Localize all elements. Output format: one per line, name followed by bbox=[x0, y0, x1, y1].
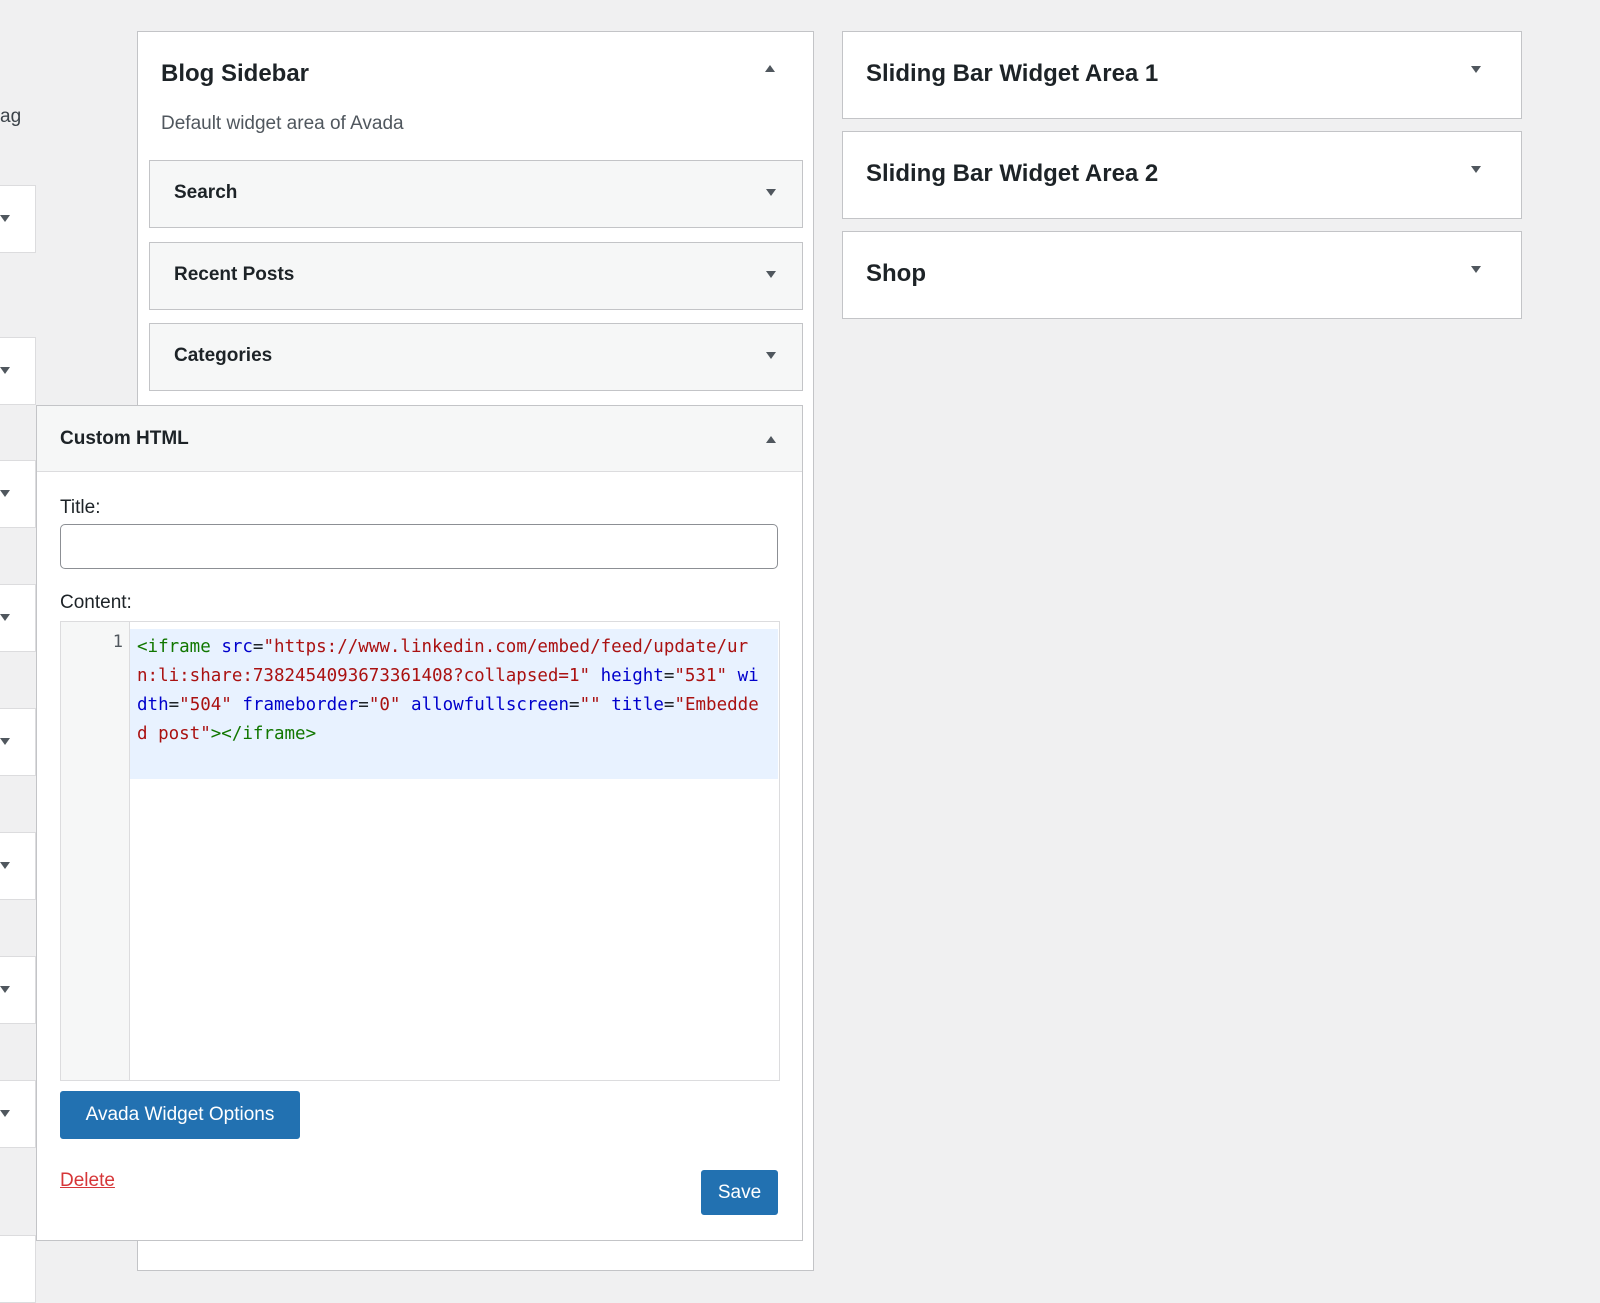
panel-title: Blog Sidebar bbox=[161, 60, 310, 87]
code-token: frameborder bbox=[242, 695, 359, 715]
code-token: "" bbox=[579, 695, 601, 715]
partial-widget[interactable] bbox=[0, 337, 36, 405]
chevron-down-icon bbox=[0, 986, 10, 993]
avada-widget-options-button[interactable]: Avada Widget Options bbox=[60, 1091, 300, 1139]
partial-widget[interactable] bbox=[0, 1235, 36, 1303]
chevron-down-icon[interactable] bbox=[766, 352, 776, 359]
chevron-down-icon bbox=[0, 862, 10, 869]
widget-area-title: Sliding Bar Widget Area 1 bbox=[866, 60, 1159, 87]
content-field-label: Content: bbox=[60, 592, 132, 613]
partial-widget[interactable] bbox=[0, 1080, 36, 1148]
widget-header[interactable]: Custom HTML bbox=[37, 406, 802, 472]
code-line-highlight: <iframe src="https://www.linkedin.com/em… bbox=[130, 629, 778, 779]
widget-categories[interactable]: Categories bbox=[149, 323, 803, 391]
code-editor[interactable]: 1 <iframe src="https://www.linkedin.com/… bbox=[60, 621, 780, 1081]
widget-search[interactable]: Search bbox=[149, 160, 803, 228]
chevron-down-icon bbox=[0, 367, 10, 374]
widget-recent-posts[interactable]: Recent Posts bbox=[149, 242, 803, 310]
title-input[interactable] bbox=[60, 524, 778, 569]
widget-area-title: Sliding Bar Widget Area 2 bbox=[866, 160, 1159, 187]
chevron-up-icon[interactable] bbox=[765, 65, 775, 72]
chevron-down-icon bbox=[0, 1110, 10, 1117]
widget-area-title: Shop bbox=[866, 260, 926, 287]
widget-title: Categories bbox=[174, 345, 273, 366]
widget-custom-html: Custom HTML Title: Content: 1 <iframe sr… bbox=[36, 405, 803, 1241]
partial-widget[interactable] bbox=[0, 584, 36, 652]
widget-area-sliding-bar-1[interactable]: Sliding Bar Widget Area 1 bbox=[842, 31, 1522, 119]
code-token: allowfullscreen bbox=[411, 695, 570, 715]
chevron-down-icon[interactable] bbox=[1471, 166, 1481, 173]
save-button[interactable]: Save bbox=[701, 1170, 778, 1215]
chevron-down-icon bbox=[0, 215, 10, 222]
partial-widget[interactable] bbox=[0, 956, 36, 1024]
chevron-down-icon bbox=[0, 490, 10, 497]
chevron-down-icon bbox=[0, 738, 10, 745]
chevron-down-icon bbox=[0, 614, 10, 621]
title-field-label: Title: bbox=[60, 497, 101, 518]
code-token: <iframe bbox=[137, 637, 211, 657]
delete-link[interactable]: Delete bbox=[60, 1170, 115, 1192]
widget-area-sliding-bar-2[interactable]: Sliding Bar Widget Area 2 bbox=[842, 131, 1522, 219]
chevron-up-icon[interactable] bbox=[766, 436, 776, 443]
partial-widget-label: ag bbox=[0, 106, 22, 127]
widget-title: Recent Posts bbox=[174, 264, 295, 285]
partial-widget[interactable] bbox=[0, 185, 36, 253]
code-token: "0" bbox=[368, 695, 401, 715]
code-token: ></iframe> bbox=[210, 724, 317, 744]
partial-widget[interactable] bbox=[0, 708, 36, 776]
widget-area-shop[interactable]: Shop bbox=[842, 231, 1522, 319]
code-token: height bbox=[600, 666, 664, 686]
line-number: 1 bbox=[112, 632, 123, 652]
widget-title: Search bbox=[174, 182, 238, 203]
chevron-down-icon[interactable] bbox=[1471, 66, 1481, 73]
code-token: "531" bbox=[674, 666, 728, 686]
chevron-down-icon[interactable] bbox=[766, 189, 776, 196]
line-number-gutter: 1 bbox=[61, 622, 130, 1080]
chevron-down-icon[interactable] bbox=[1471, 266, 1481, 273]
code-token: src bbox=[221, 637, 253, 657]
code-token: title bbox=[611, 695, 664, 715]
panel-description: Default widget area of Avada bbox=[161, 113, 404, 134]
widget-title: Custom HTML bbox=[60, 428, 189, 449]
partial-widget[interactable] bbox=[0, 832, 36, 900]
code-token: "504" bbox=[179, 695, 232, 715]
code-content[interactable]: <iframe src="https://www.linkedin.com/em… bbox=[137, 633, 767, 749]
partial-widget[interactable] bbox=[0, 460, 36, 528]
chevron-down-icon[interactable] bbox=[766, 271, 776, 278]
